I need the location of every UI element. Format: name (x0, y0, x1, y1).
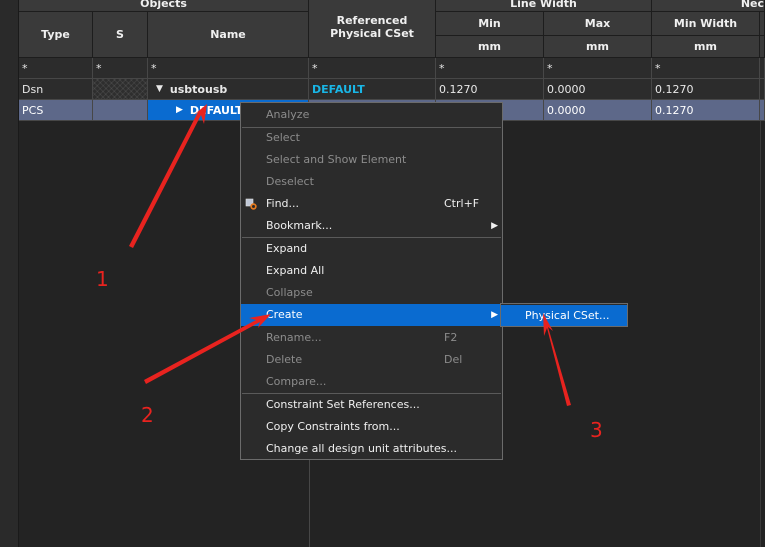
menu-item-select-and-show[interactable]: Select and Show Element (241, 149, 502, 171)
column-header-min[interactable]: Min (436, 12, 544, 36)
row-pcs-min-width[interactable]: 0.1270 (652, 100, 760, 121)
group-header-line-width: Line Width (436, 0, 652, 12)
row-dsn-min[interactable]: 0.1270 (436, 79, 544, 100)
column-header-ref-cset[interactable]: Referenced Physical CSet (309, 0, 436, 58)
row-dsn-ref-cset[interactable]: DEFAULT (309, 79, 436, 100)
menu-item-physical-cset[interactable]: Physical CSet... (501, 305, 627, 326)
shortcut-del: Del (444, 353, 463, 366)
filter-min-width[interactable]: * (652, 58, 760, 79)
group-header-neck: Nec (652, 0, 765, 12)
menu-item-delete[interactable]: Delete Del (241, 349, 502, 371)
annotation-label-2: 2 (141, 403, 154, 427)
menu-item-expand-all[interactable]: Expand All (241, 260, 502, 282)
filter-min[interactable]: * (436, 58, 544, 79)
column-divider (760, 121, 761, 547)
context-menu: Analyze Select Select and Show Element D… (240, 102, 503, 460)
filter-ref-cset[interactable]: * (309, 58, 436, 79)
shortcut-ctrl-f: Ctrl+F (444, 197, 480, 210)
row-dsn-type[interactable]: Dsn (19, 79, 93, 100)
filter-name[interactable]: * (148, 58, 309, 79)
column-header-extra (760, 12, 765, 36)
row-pcs-max[interactable]: 0.0000 (544, 100, 652, 121)
menu-item-expand[interactable]: Expand (241, 238, 502, 260)
row-dsn-s (93, 79, 148, 100)
row-pcs-s (93, 100, 148, 121)
filter-extra (760, 58, 765, 79)
annotation-label-1: 1 (96, 267, 109, 291)
menu-item-deselect[interactable]: Deselect (241, 171, 502, 193)
menu-item-create[interactable]: Create ▶ (241, 304, 502, 326)
menu-item-bookmark[interactable]: Bookmark... ▶ (241, 215, 502, 237)
shortcut-f2: F2 (444, 331, 458, 344)
menu-item-rename[interactable]: Rename... F2 (241, 327, 502, 349)
menu-item-compare[interactable]: Compare... (241, 371, 502, 393)
create-submenu: Physical CSet... (500, 303, 628, 327)
unit-max: mm (544, 36, 652, 58)
filter-s[interactable]: * (93, 58, 148, 79)
row-dsn-min-width[interactable]: 0.1270 (652, 79, 760, 100)
annotation-label-3: 3 (590, 418, 603, 442)
menu-item-constraint-set-references[interactable]: Constraint Set References... (241, 394, 502, 416)
row-dsn-name: usbtousb (169, 82, 228, 96)
unit-extra (760, 36, 765, 58)
menu-item-find[interactable]: Find... Ctrl+F (241, 193, 502, 215)
left-gutter (0, 0, 19, 547)
filter-max[interactable]: * (544, 58, 652, 79)
submenu-arrow-icon: ▶ (491, 310, 498, 320)
row-dsn-max[interactable]: 0.0000 (544, 79, 652, 100)
row-pcs-extra (760, 100, 765, 121)
column-header-max[interactable]: Max (544, 12, 652, 36)
row-dsn-name-cell[interactable]: ▼ usbtousb (148, 79, 309, 100)
menu-item-collapse[interactable]: Collapse (241, 282, 502, 304)
menu-item-change-design-units[interactable]: Change all design unit attributes... (241, 438, 502, 460)
expand-right-icon[interactable]: ▶ (176, 105, 183, 115)
group-header-objects: Objects (19, 0, 309, 12)
expand-down-icon[interactable]: ▼ (156, 84, 163, 94)
column-header-min-width[interactable]: Min Width (652, 12, 760, 36)
row-dsn-extra (760, 79, 765, 100)
filter-type[interactable]: * (19, 58, 93, 79)
find-icon (245, 197, 258, 210)
menu-item-select[interactable]: Select (241, 127, 502, 149)
column-header-s[interactable]: S (93, 12, 148, 58)
submenu-arrow-icon: ▶ (491, 221, 498, 231)
menu-item-copy-constraints[interactable]: Copy Constraints from... (241, 416, 502, 438)
row-pcs-type[interactable]: PCS (19, 100, 93, 121)
menu-item-analyze[interactable]: Analyze (241, 104, 502, 126)
annotation-arrow-1 (129, 104, 207, 248)
unit-min-width: mm (652, 36, 760, 58)
column-header-name[interactable]: Name (148, 12, 309, 58)
unit-min: mm (436, 36, 544, 58)
row-pcs-name: DEFAULT (189, 103, 243, 117)
column-header-type[interactable]: Type (19, 12, 93, 58)
